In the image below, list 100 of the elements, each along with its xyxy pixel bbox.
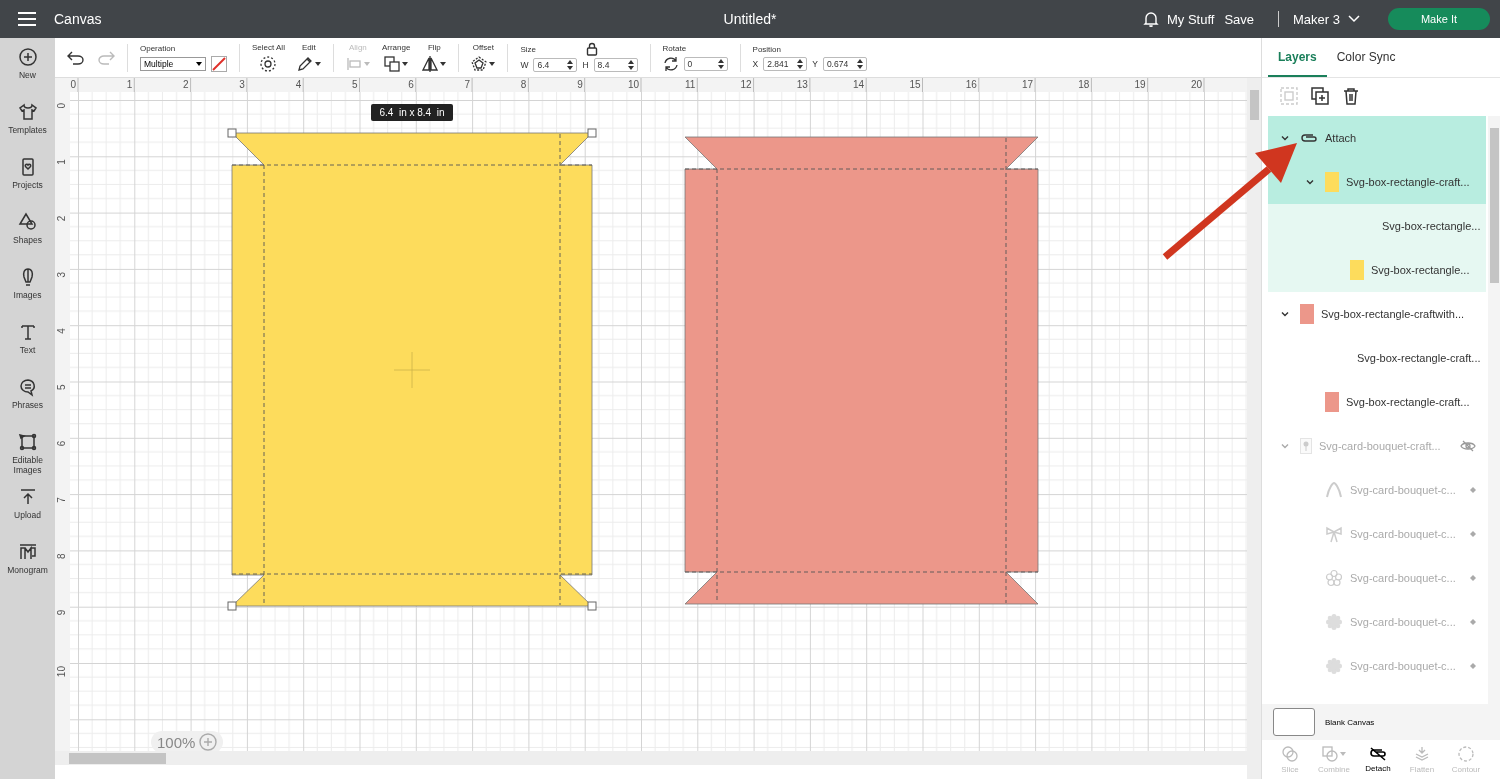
sidebar-item[interactable]: Text (2, 322, 53, 377)
document-title: Untitled* (723, 11, 777, 27)
machine-selector[interactable]: Maker 3 (1293, 11, 1360, 27)
sidebar-item[interactable]: Projects (2, 157, 53, 212)
toolbar-button[interactable]: Arrange (381, 43, 411, 72)
rotate-icon (662, 55, 679, 72)
ruler-label: 20 (1190, 79, 1202, 90)
height-field[interactable]: 8.4 (593, 57, 638, 72)
toolbar-button[interactable]: Offset (471, 43, 496, 72)
operation-dropdown[interactable]: Multiple (140, 56, 206, 71)
detach-icon (1369, 746, 1387, 761)
toolbar-button[interactable]: Edit (296, 43, 321, 72)
make-it-button[interactable]: Make It (1388, 8, 1490, 30)
trash-icon[interactable] (1342, 87, 1360, 105)
ruler-label: 3 (239, 79, 245, 90)
panel-tab[interactable]: Layers (1268, 38, 1327, 77)
layer-row[interactable]: Svg-box-rectangle-craft... (1268, 336, 1486, 380)
ruler-label: 13 (796, 79, 808, 90)
header-link[interactable]: My Stuff (1166, 11, 1215, 27)
ruler-label: 1 (126, 79, 133, 90)
menu-icon[interactable] (18, 12, 36, 26)
chevron-icon[interactable] (1280, 309, 1290, 319)
stepper-icon[interactable] (717, 58, 724, 69)
field-label: H (582, 59, 589, 70)
sidebar-label: Projects (11, 180, 44, 191)
sidebar-label: Text (18, 345, 37, 356)
sidebar-item[interactable]: Images (2, 267, 53, 322)
sidebar-item[interactable]: Phrases (2, 377, 53, 432)
pencil-icon (296, 56, 313, 72)
layer-row[interactable]: Svg-box-rectangle-craft... (1268, 160, 1486, 204)
lock-icon[interactable] (585, 42, 598, 56)
field-label: Y (812, 58, 818, 69)
stepper-icon[interactable] (567, 59, 574, 70)
ruler-label: 18 (1078, 79, 1090, 90)
layer-row[interactable]: Svg-box-rectangle... (1268, 248, 1486, 292)
toolbar-button[interactable]: Flip (422, 43, 447, 72)
horizontal-scrollbar[interactable] (55, 751, 1247, 765)
layers-scrollbar[interactable] (1488, 116, 1500, 704)
sidebar-label: Shapes (12, 235, 43, 246)
zoom-level: 100% (157, 733, 196, 751)
width-field[interactable]: 6.4 (533, 57, 578, 72)
layer-name: Svg-card-bouquet-c... (1350, 660, 1456, 672)
select-all-icon (260, 56, 277, 72)
ruler-label: 4 (295, 79, 302, 90)
sidebar-label: Images (12, 290, 43, 301)
arc-icon (1325, 481, 1343, 499)
blank-canvas-row[interactable]: Blank Canvas (1262, 704, 1500, 740)
ruler-label: 10 (627, 79, 639, 90)
ruler-label: 5 (56, 384, 67, 391)
chevron-down-icon (1348, 15, 1360, 23)
ruler-label: 8 (520, 79, 527, 90)
stepper-icon[interactable] (856, 58, 863, 69)
header-link[interactable]: Save (1224, 11, 1255, 27)
tool-label: Rotate (662, 43, 688, 53)
sidebar-item[interactable]: Editable Images (2, 432, 53, 487)
ruler-label: 9 (56, 609, 67, 616)
size-tooltip: 6.4 in x 8.4 in (371, 104, 453, 121)
panel-tab[interactable]: Color Sync (1326, 38, 1406, 77)
duplicate-icon[interactable] (1311, 87, 1329, 105)
speech-bubble-icon (17, 377, 38, 397)
sidebar-label: Phrases (10, 400, 45, 411)
no-color-icon[interactable] (211, 55, 227, 72)
layer-name: Svg-card-bouquet-c... (1350, 528, 1456, 540)
eye-slash-icon[interactable] (1460, 440, 1476, 452)
diamond-icon (1470, 487, 1476, 493)
layer-action-button[interactable]: Detach (1360, 746, 1396, 773)
bell-icon[interactable] (1142, 11, 1159, 27)
layer-row[interactable]: Attach (1268, 116, 1486, 160)
sidebar-item[interactable]: Monogram (2, 542, 53, 597)
y-position-field[interactable]: 0.674 (822, 56, 867, 71)
diamond-icon (1470, 575, 1476, 581)
sidebar-label: Monogram (6, 565, 49, 576)
ruler-label: 9 (577, 79, 583, 90)
layer-name: Svg-box-rectangle-craft... (1357, 352, 1481, 364)
stepper-icon[interactable] (627, 59, 634, 70)
ruler-label: 0 (70, 79, 76, 90)
x-position-field[interactable]: 2.841 (763, 56, 808, 71)
rotate-field[interactable]: 0 (683, 56, 728, 71)
vertical-scrollbar[interactable] (1247, 78, 1261, 779)
sidebar-item[interactable]: Upload (2, 487, 53, 542)
contour-icon (1458, 745, 1474, 762)
sidebar-item[interactable]: Templates (2, 102, 53, 157)
field-label: W (520, 59, 529, 70)
edit-nodes-icon (17, 432, 38, 452)
flatten-icon (1414, 745, 1430, 762)
flower-outline-icon (1325, 569, 1343, 587)
undo-icon[interactable] (67, 50, 85, 65)
ruler-label: 7 (56, 497, 67, 503)
chevron-icon[interactable] (1280, 133, 1290, 143)
blank-canvas-label: Blank Canvas (1325, 717, 1375, 727)
toolbar-button[interactable]: Select All (252, 43, 285, 72)
sidebar-item[interactable]: Shapes (2, 212, 53, 267)
layer-row[interactable]: Svg-box-rectangle-craft... (1268, 380, 1486, 424)
layer-row[interactable]: Svg-box-rectangle-craftwith... (1268, 292, 1486, 336)
chevron-icon[interactable] (1305, 177, 1315, 187)
tool-label: Size (520, 44, 536, 54)
sidebar-item[interactable]: New (2, 47, 53, 102)
flip-icon (422, 56, 439, 72)
stepper-icon[interactable] (797, 58, 804, 69)
layer-row[interactable]: Svg-box-rectangle... (1268, 204, 1486, 248)
